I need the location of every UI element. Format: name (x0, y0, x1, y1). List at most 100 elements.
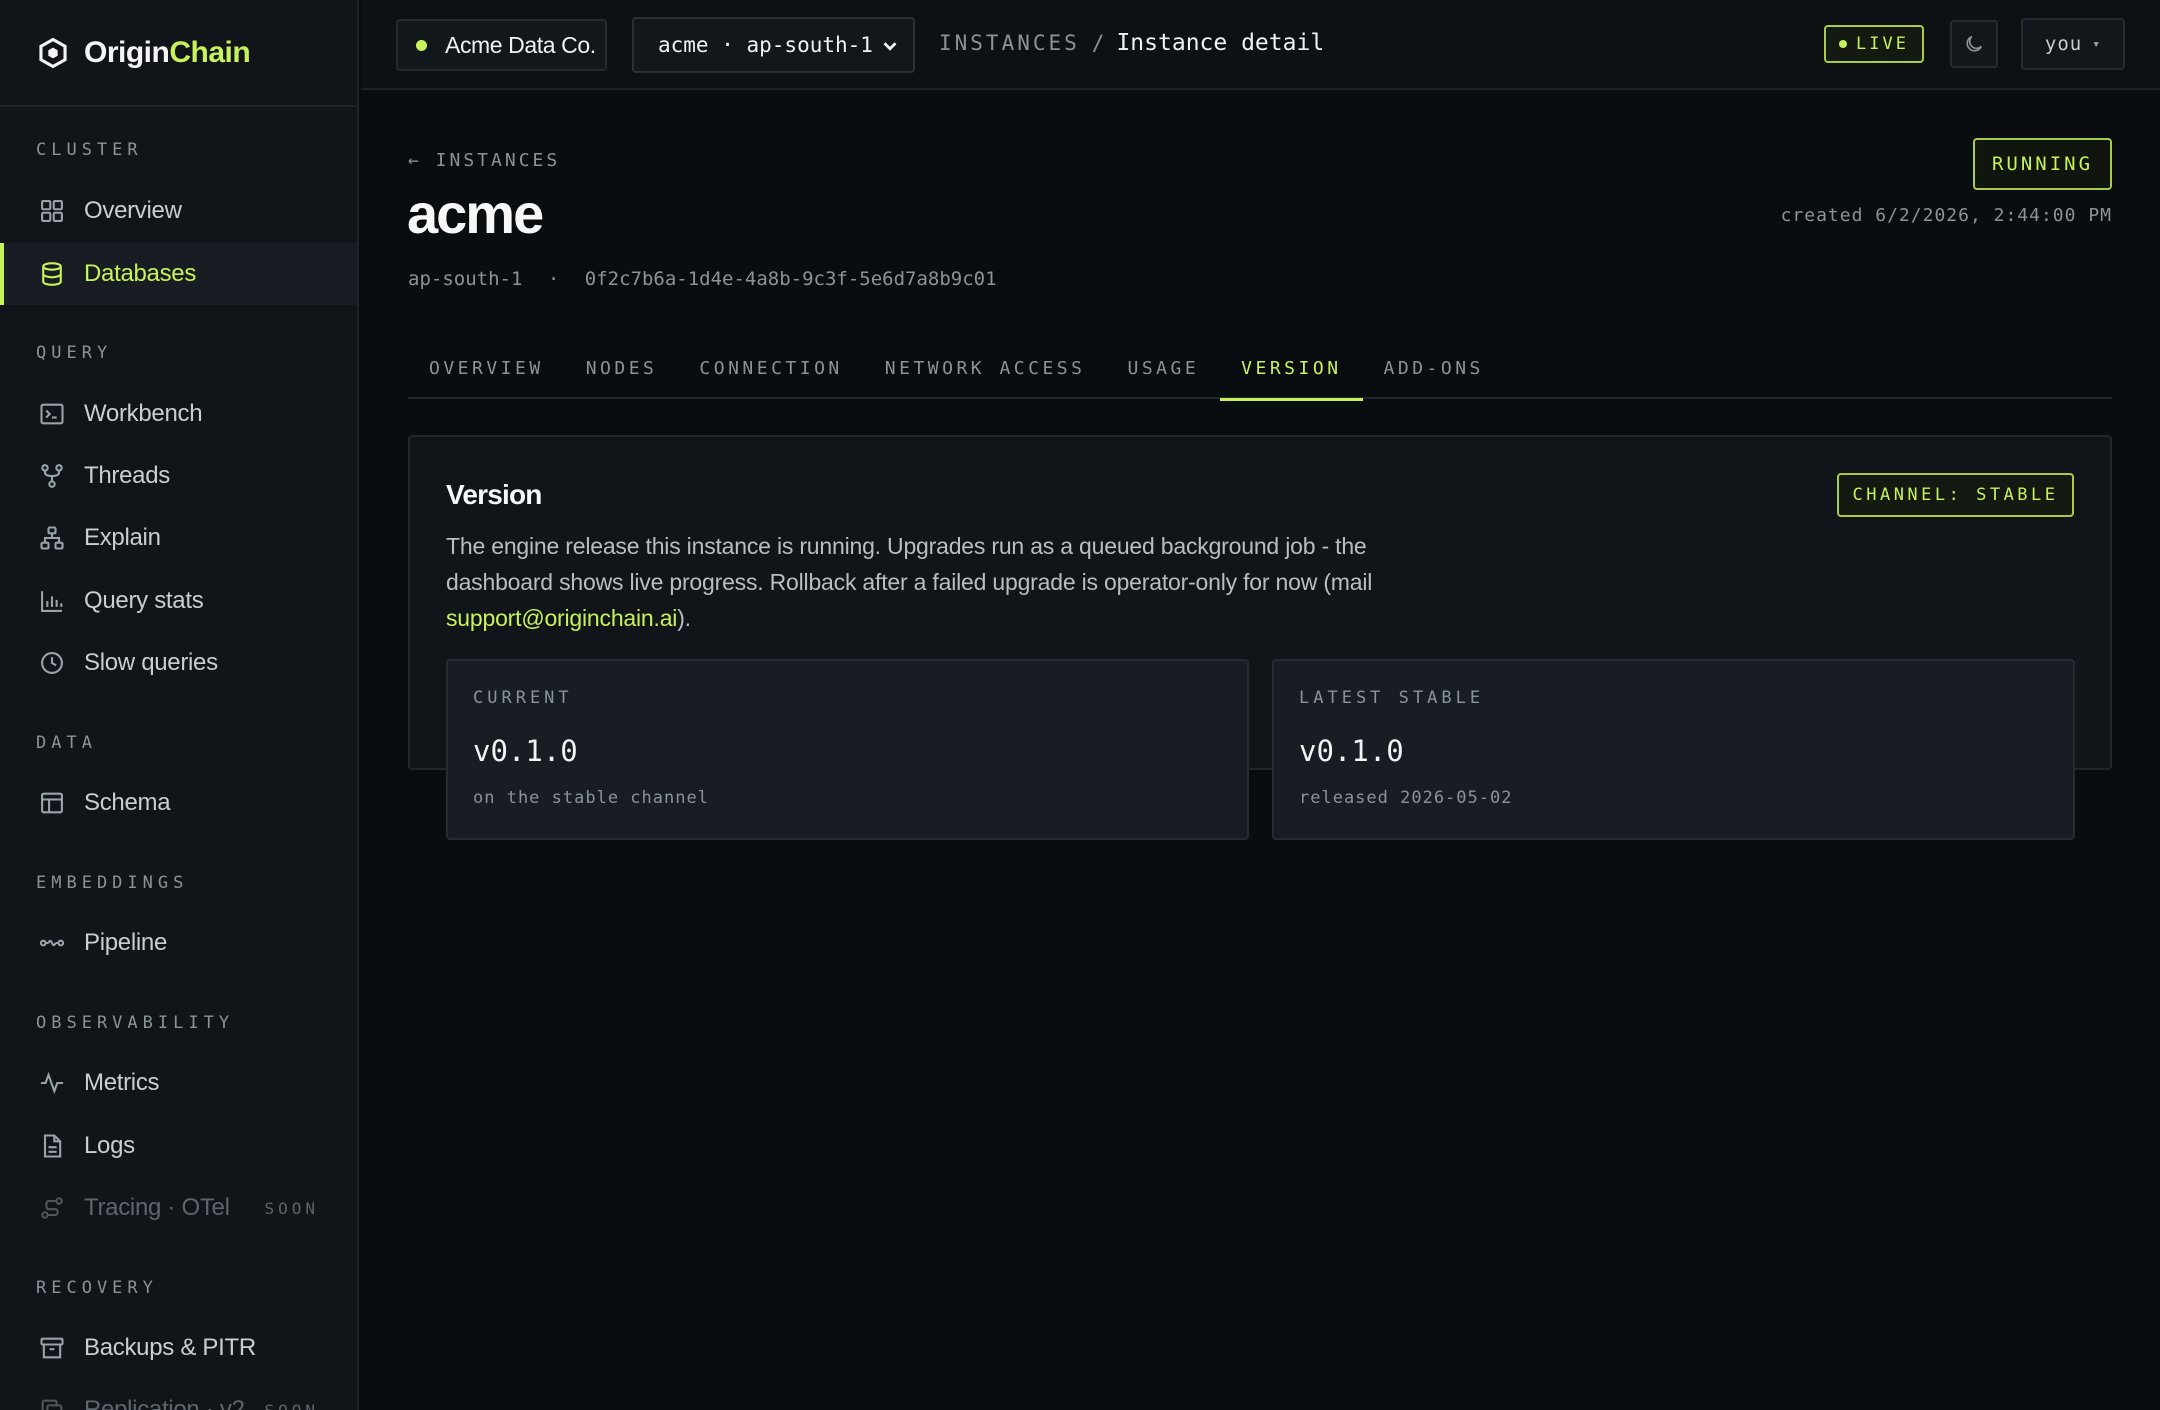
sidebar-item-logs[interactable]: Logs (0, 1115, 357, 1177)
database-icon (42, 262, 62, 286)
breadcrumb-instances-link[interactable]: INSTANCES (939, 31, 1080, 55)
sidebar-item-replication: Replication · v2 SOON (0, 1379, 357, 1410)
sidebar-item-label: Schema (84, 789, 171, 816)
latest-stable-panel: LATEST STABLE v0.1.0 released 2026-05-02 (1272, 659, 2075, 840)
theme-toggle-button[interactable] (1950, 20, 1998, 68)
tab-network-access[interactable]: NETWORK ACCESS (864, 337, 1107, 399)
channel-badge: CHANNEL: STABLE (1837, 473, 2074, 517)
card-title: Version (446, 479, 542, 510)
brand-name: OriginChain (84, 35, 251, 69)
live-indicator: LIVE (1824, 25, 1924, 63)
version-description: The engine release this instance is runn… (446, 533, 1373, 631)
tab-overview[interactable]: OVERVIEW (408, 337, 565, 399)
breadcrumb-current: Instance detail (1116, 30, 1325, 56)
chevron-down-icon (883, 42, 897, 51)
file-text-icon (43, 1134, 62, 1158)
back-to-instances-link[interactable]: ← INSTANCES (408, 150, 560, 171)
sidebar-item-explain[interactable]: Explain (0, 507, 357, 569)
originchain-logo-icon (39, 37, 67, 68)
brand[interactable]: OriginChain (0, 0, 357, 107)
sidebar-item-label: Tracing · OTel (84, 1194, 230, 1221)
moon-icon (1966, 35, 1983, 52)
sidebar-item-metrics[interactable]: Metrics (0, 1052, 357, 1114)
page-title: acme (407, 182, 544, 245)
sidebar-item-label: Logs (84, 1132, 135, 1159)
live-dot (1839, 40, 1848, 48)
org-status-dot (416, 39, 427, 51)
soon-badge: SOON (264, 1400, 319, 1410)
tab-version[interactable]: VERSION (1220, 337, 1363, 401)
sidebar-item-label: Threads (84, 462, 170, 489)
live-label: LIVE (1856, 34, 1909, 54)
org-switcher[interactable]: Acme Data Co. (396, 19, 607, 71)
sidebar-item-pipeline[interactable]: Pipeline (0, 912, 357, 974)
section-label-observability: OBSERVABILITY (36, 1013, 235, 1033)
sidebar-item-overview[interactable]: Overview (0, 180, 357, 242)
activity-icon (40, 1071, 64, 1095)
support-email-link[interactable]: support@originchain.ai (446, 605, 677, 631)
latest-stable-note: released 2026-05-02 (1299, 788, 1513, 808)
created-timestamp: created 6/2/2026, 2:44:00 PM (1780, 205, 2112, 226)
sidebar-item-label: Workbench (84, 400, 203, 427)
section-label-data: DATA (36, 733, 97, 753)
table-icon (41, 792, 63, 814)
grid-icon (41, 200, 63, 222)
tab-add-ons[interactable]: ADD-ONS (1363, 337, 1505, 399)
breadcrumb: INSTANCES / Instance detail (939, 30, 1324, 56)
main-content: ← INSTANCES acme ap-south-1 · 0f2c7b6a-1… (361, 92, 2160, 1410)
current-version-label: CURRENT (473, 688, 573, 708)
sidebar-item-threads[interactable]: Threads (0, 445, 357, 507)
copy-icon (41, 1399, 63, 1410)
clock-icon (41, 652, 63, 674)
sidebar-item-label: Overview (84, 197, 182, 224)
instance-meta: ap-south-1 · 0f2c7b6a-1d4e-4a8b-9c3f-5e6… (408, 268, 997, 290)
user-menu-button[interactable]: you ▾ (2021, 18, 2125, 70)
git-fork-icon (41, 464, 63, 488)
tab-connection[interactable]: CONNECTION (678, 337, 863, 399)
instance-selector-value: acme · ap-south-1 (658, 33, 873, 57)
sidebar-item-slow-queries[interactable]: Slow queries (0, 632, 357, 694)
sidebar-item-tracing: Tracing · OTel SOON (0, 1177, 357, 1239)
route-icon (41, 1197, 63, 1219)
section-label-cluster: CLUSTER (36, 140, 143, 160)
instance-tabs: OVERVIEW NODES CONNECTION NETWORK ACCESS… (408, 337, 2112, 401)
caret-down-icon: ▾ (2092, 36, 2102, 52)
sitemap-icon (40, 526, 64, 550)
archive-icon (40, 1337, 64, 1359)
latest-stable-label: LATEST STABLE (1299, 688, 1485, 708)
soon-badge: SOON (264, 1198, 319, 1218)
status-badge: RUNNING (1973, 138, 2112, 190)
sidebar-item-backups[interactable]: Backups & PITR (0, 1317, 357, 1379)
instance-selector[interactable]: acme · ap-south-1 (632, 17, 915, 73)
terminal-icon (40, 403, 64, 425)
section-label-recovery: RECOVERY (36, 1278, 158, 1298)
sidebar-item-label: Metrics (84, 1069, 160, 1096)
breadcrumb-separator: / (1091, 31, 1105, 55)
instance-id: 0f2c7b6a-1d4e-4a8b-9c3f-5e6d7a8b9c01 (584, 268, 997, 290)
user-label: you (2044, 33, 2083, 55)
section-label-embeddings: EMBEDDINGS (36, 873, 189, 893)
instance-region: ap-south-1 (408, 268, 523, 290)
sidebar-item-query-stats[interactable]: Query stats (0, 570, 357, 632)
sidebar-item-label: Databases (84, 260, 197, 287)
sidebar-item-label: Backups & PITR (84, 1334, 256, 1361)
sidebar-item-label: Replication · v2 (84, 1396, 245, 1410)
top-bar: Acme Data Co. acme · ap-south-1 INSTANCE… (361, 0, 2160, 90)
section-label-query: QUERY (36, 343, 113, 363)
tab-usage[interactable]: USAGE (1106, 337, 1220, 399)
pipeline-icon (39, 939, 65, 947)
sidebar-item-workbench[interactable]: Workbench (0, 383, 357, 445)
version-card: Version CHANNEL: STABLE The engine relea… (408, 435, 2112, 840)
sidebar-item-schema[interactable]: Schema (0, 772, 357, 834)
sidebar-item-databases[interactable]: Databases (0, 243, 357, 305)
sidebar-item-label: Query stats (84, 587, 204, 614)
current-version-note: on the stable channel (473, 788, 709, 808)
sidebar-item-label: Pipeline (84, 929, 167, 956)
latest-stable-value: v0.1.0 (1299, 734, 1404, 768)
org-name: Acme Data Co. (445, 31, 596, 58)
current-version-panel: CURRENT v0.1.0 on the stable channel (446, 659, 1249, 840)
current-version-value: v0.1.0 (473, 734, 578, 768)
sidebar-item-label: Explain (84, 524, 161, 551)
meta-separator: · (547, 268, 560, 290)
tab-nodes[interactable]: NODES (565, 337, 679, 399)
